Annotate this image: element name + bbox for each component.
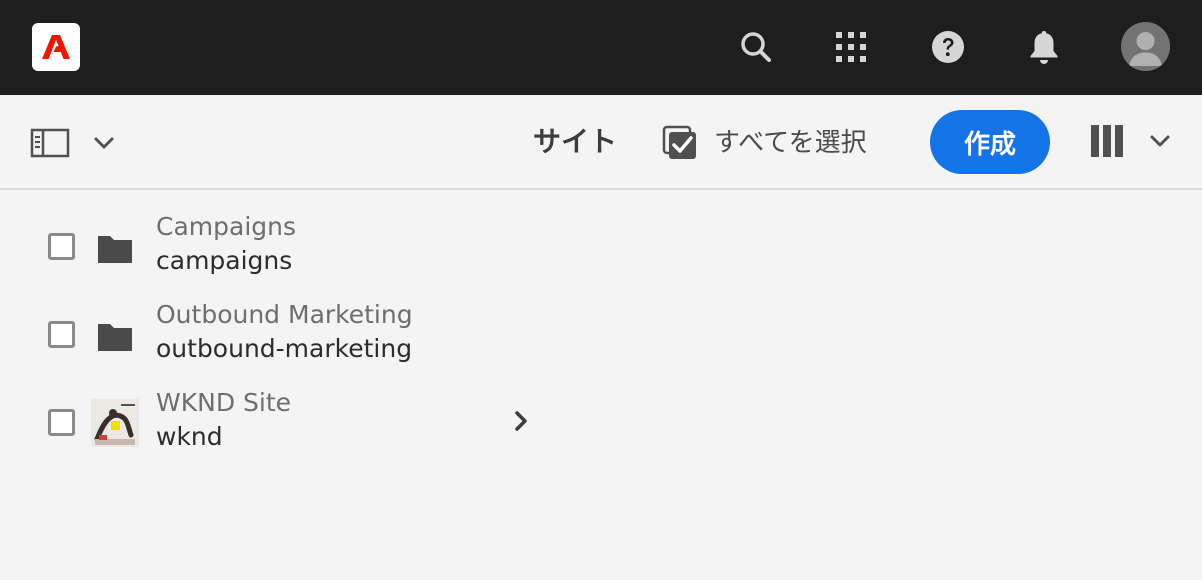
item-title: WKND Site <box>156 388 292 417</box>
rail-toggle-button[interactable] <box>30 125 120 161</box>
row-checkbox[interactable] <box>48 233 75 260</box>
folder-icon <box>98 236 132 263</box>
column-view-icon <box>1091 125 1123 157</box>
user-avatar-icon <box>1121 22 1170 71</box>
side-rail-icon <box>30 128 70 158</box>
create-button[interactable]: 作成 <box>930 110 1050 174</box>
adobe-logo[interactable] <box>32 23 80 71</box>
row-checkbox[interactable] <box>48 409 75 436</box>
user-avatar[interactable] <box>1121 22 1170 71</box>
item-title: Outbound Marketing <box>156 300 413 329</box>
item-title: Campaigns <box>156 212 297 241</box>
select-all-button[interactable]: すべてを選択 <box>662 123 867 163</box>
select-all-label: すべてを選択 <box>714 128 867 158</box>
help-icon[interactable] <box>928 27 968 67</box>
search-icon[interactable] <box>736 27 776 67</box>
row-checkbox[interactable] <box>48 321 75 348</box>
adobe-logo-icon <box>42 35 70 59</box>
chevron-down-icon <box>1150 135 1170 147</box>
shell-header <box>0 0 1202 95</box>
list-item[interactable]: Outbound Marketing outbound-marketing <box>0 288 560 376</box>
page-title: サイト <box>533 125 618 158</box>
item-name: wknd <box>156 422 223 451</box>
chevron-down-icon <box>94 137 114 149</box>
bell-icon[interactable] <box>1024 27 1064 67</box>
action-bar: サイト すべてを選択 作成 <box>0 95 1202 190</box>
select-all-icon <box>662 125 696 159</box>
chevron-right-icon[interactable] <box>510 410 532 432</box>
view-switcher-button[interactable] <box>1090 123 1174 159</box>
folder-icon <box>98 324 132 351</box>
list-item[interactable]: Campaigns campaigns <box>0 200 560 288</box>
item-name: campaigns <box>156 246 293 275</box>
item-name: outbound-marketing <box>156 334 413 363</box>
apps-grid-icon[interactable] <box>831 27 871 67</box>
list-item[interactable]: WKND Site wknd <box>0 376 560 464</box>
site-thumbnail <box>91 399 139 447</box>
